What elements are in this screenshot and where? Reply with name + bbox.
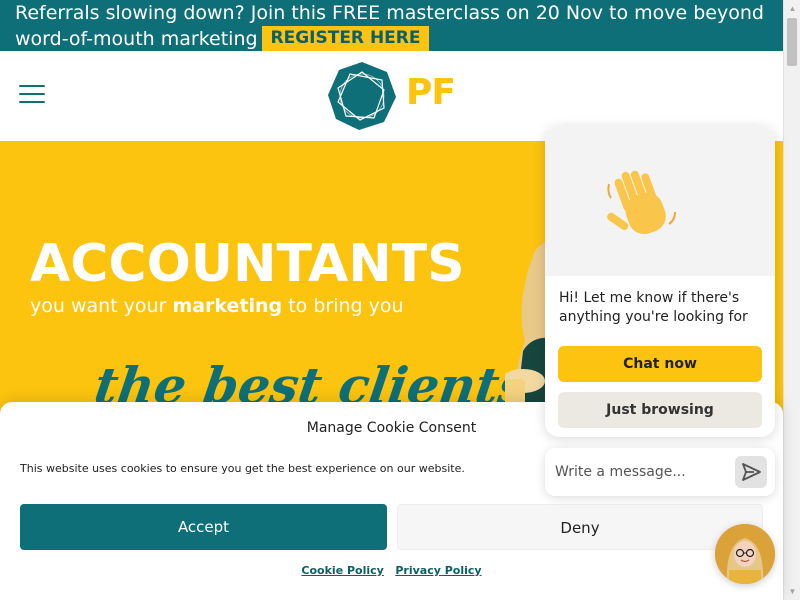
chat-header xyxy=(545,126,775,276)
chat-widget: Hi! Let me know if there's anything you'… xyxy=(545,126,775,437)
chat-input-box xyxy=(545,448,775,496)
hero-subtitle-bold: marketing xyxy=(172,295,283,317)
register-button[interactable]: REGISTER HERE xyxy=(262,26,429,51)
deny-cookies-button[interactable]: Deny xyxy=(397,504,763,550)
hero-subtitle: you want your marketing to bring you xyxy=(30,295,404,317)
privacy-policy-link[interactable]: Privacy Policy xyxy=(395,564,481,577)
cookie-links: Cookie Policy Privacy Policy xyxy=(0,564,783,577)
hero-subtitle-part2: to bring you xyxy=(282,295,404,317)
hamburger-icon[interactable] xyxy=(19,85,45,105)
logo-text: PF xyxy=(406,72,456,113)
chat-greeting-message: Hi! Let me know if there's anything you'… xyxy=(559,290,748,325)
promo-text-line2: word-of-mouth marketing xyxy=(15,28,258,50)
promo-text-line1: Referrals slowing down? Join this FREE m… xyxy=(15,2,764,24)
chat-agent-avatar[interactable] xyxy=(715,524,775,584)
site-logo[interactable]: PF xyxy=(326,60,466,132)
cookie-consent-text: This website uses cookies to ensure you … xyxy=(20,462,465,475)
hero-subtitle-part1: you want your xyxy=(30,295,173,317)
chat-now-button[interactable]: Chat now xyxy=(558,346,762,382)
logo-mark-icon xyxy=(328,62,396,130)
page-scrollbar[interactable]: ▲ ▼ xyxy=(783,0,800,600)
waving-hand-icon xyxy=(607,170,676,235)
hero-title: ACCOUNTANTS xyxy=(30,234,465,294)
chat-message-input[interactable] xyxy=(555,458,725,486)
promo-banner: Referrals slowing down? Join this FREE m… xyxy=(0,0,783,51)
scroll-up-arrow-icon[interactable]: ▲ xyxy=(784,0,800,17)
accept-cookies-button[interactable]: Accept xyxy=(20,504,387,550)
scroll-down-arrow-icon[interactable]: ▼ xyxy=(784,583,800,600)
cookie-policy-link[interactable]: Cookie Policy xyxy=(301,564,383,577)
send-icon[interactable] xyxy=(735,456,767,488)
scroll-thumb[interactable] xyxy=(787,18,797,66)
just-browsing-button[interactable]: Just browsing xyxy=(558,392,762,428)
